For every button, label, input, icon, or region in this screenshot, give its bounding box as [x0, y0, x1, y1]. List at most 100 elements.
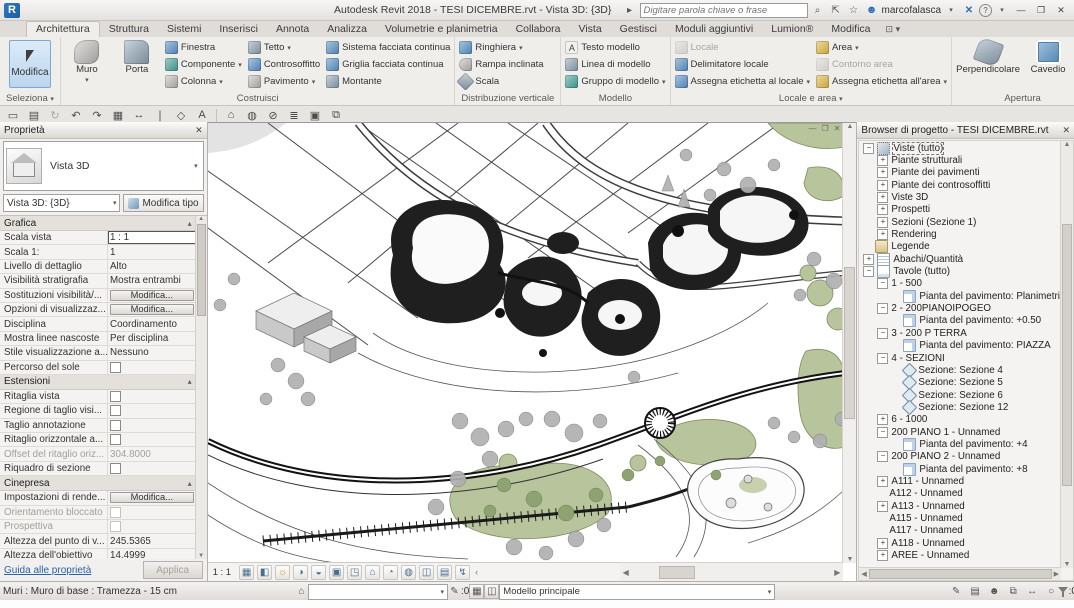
model-text-button[interactable]: ATesto modello	[565, 40, 665, 55]
window-button[interactable]: Finestra	[165, 40, 242, 55]
tree-expander-icon[interactable]: −	[877, 328, 888, 339]
dropdown-arrow-icon[interactable]: ▾	[219, 78, 223, 86]
scrollbar-thumb[interactable]	[844, 267, 855, 419]
tab-sistemi[interactable]: Sistemi	[158, 22, 210, 37]
checkbox[interactable]	[110, 507, 121, 518]
checkbox[interactable]	[110, 463, 121, 474]
scroll-up-icon[interactable]: ▲	[1064, 141, 1071, 148]
property-value[interactable]: 304.8000	[108, 447, 196, 460]
property-row[interactable]: Prospettiva	[0, 520, 196, 534]
property-value[interactable]: 14.4999	[108, 549, 196, 559]
dropdown-arrow-icon[interactable]: ▾	[768, 588, 772, 596]
sign-in-icon[interactable]: ⇱	[828, 3, 844, 17]
tab-lumion[interactable]: Lumion®	[762, 22, 822, 37]
tree-item[interactable]: + AREE - Unnamed	[859, 549, 1061, 561]
room-separator-button[interactable]: Delimitatore locale	[675, 57, 811, 72]
property-row[interactable]: Scala vista 1 : 1	[0, 231, 196, 245]
scroll-down-icon[interactable]: ▼	[198, 553, 204, 559]
tree-item-label[interactable]: Viste 3D	[891, 192, 928, 203]
tree-expander-icon[interactable]: +	[877, 501, 888, 512]
browser-horizontal-scrollbar[interactable]: ◀ ▶	[859, 567, 1061, 580]
property-row[interactable]: Riquadro di sezione	[0, 462, 196, 476]
property-value[interactable]	[108, 390, 196, 403]
ramp-button[interactable]: Rampa inclinata	[459, 57, 543, 72]
tree-expander-icon[interactable]: +	[877, 204, 888, 215]
tree-item[interactable]: Pianta del pavimento: PIAZZA	[859, 340, 1061, 352]
properties-section-header[interactable]: Estensioni ▴	[0, 375, 196, 390]
area-button[interactable]: Area▾	[816, 40, 947, 55]
properties-help-link[interactable]: Guida alle proprietà	[4, 565, 91, 576]
tree-expander-icon[interactable]: +	[877, 229, 888, 240]
property-value[interactable]	[108, 520, 196, 533]
shadows-icon[interactable]: ◑	[293, 565, 308, 580]
roof-button[interactable]: Tetto▾	[248, 40, 320, 55]
properties-section-header[interactable]: Grafica ▴	[0, 216, 196, 231]
type-selector-dropdown-icon[interactable]: ▾	[194, 162, 198, 170]
search-binoculars-icon[interactable]: ⌕	[810, 3, 826, 17]
tree-item-label[interactable]: Rendering	[891, 229, 936, 240]
tree-item[interactable]: Sezione: Sezione 5	[859, 377, 1061, 389]
tree-item[interactable]: Pianta del pavimento: Planimetria Cop	[859, 290, 1061, 302]
undo-icon[interactable]: ↶	[69, 108, 83, 122]
property-row[interactable]: Regione di taglio visi...	[0, 404, 196, 418]
property-value[interactable]: Modifica...	[108, 289, 196, 302]
property-row[interactable]: Ritaglio orizzontale a...	[0, 433, 196, 447]
modify-value-button[interactable]: Modifica...	[110, 304, 194, 315]
borrowers-icon[interactable]: ☻	[988, 585, 1001, 598]
tree-expander-icon[interactable]: +	[877, 180, 888, 191]
view-selector-dropdown-icon[interactable]: ▾	[113, 199, 117, 207]
print-icon[interactable]: ▦	[111, 108, 125, 122]
show-crop-region-icon[interactable]: ◳	[347, 565, 362, 580]
default-3d-view-icon[interactable]: ⌂	[224, 108, 238, 122]
properties-section-header[interactable]: Cinepresa ▴	[0, 476, 196, 491]
text-icon[interactable]: A	[195, 108, 209, 122]
worksets-dialog-icon[interactable]: ▦	[469, 584, 484, 599]
dropdown-arrow-icon[interactable]: ▾	[312, 78, 316, 86]
room-tag-button[interactable]: Assegna etichetta al locale▾	[675, 74, 811, 89]
render-icon[interactable]: ◒	[311, 565, 326, 580]
tree-item[interactable]: − Viste (tutto)	[859, 142, 1061, 154]
checkbox[interactable]	[110, 391, 121, 402]
tree-item-label[interactable]: Piante dei pavimenti	[891, 167, 979, 178]
tree-expander-icon[interactable]: +	[877, 550, 888, 561]
canvas-vertical-scrollbar[interactable]: ▲ ▼	[842, 123, 856, 563]
temporary-hide-isolate-icon[interactable]: ◔	[383, 565, 398, 580]
property-value[interactable]: Per disciplina	[108, 332, 196, 345]
redo-icon[interactable]: ↷	[90, 108, 104, 122]
property-row[interactable]: Taglio annotazione	[0, 419, 196, 433]
scroll-up-icon[interactable]: ▲	[846, 123, 853, 130]
dropdown-arrow-icon[interactable]: ▾	[287, 44, 291, 52]
view-close-icon[interactable]: ✕	[834, 124, 841, 133]
apply-button[interactable]: Applica	[143, 561, 203, 579]
property-row[interactable]: Percorso del sole	[0, 361, 196, 375]
property-row[interactable]: Altezza del punto di v... 245.5365	[0, 534, 196, 548]
editing-requests-icon[interactable]: ✎	[448, 585, 461, 598]
editing-requests-icon[interactable]: ✎	[950, 585, 963, 598]
scrollbar-thumb[interactable]	[869, 569, 1052, 579]
section-collapse-icon[interactable]: ▴	[188, 219, 192, 228]
dropdown-arrow-icon[interactable]: ▾	[855, 44, 859, 52]
scroll-up-icon[interactable]: ▲	[198, 216, 204, 222]
properties-close-icon[interactable]: ✕	[195, 125, 203, 136]
user-avatar-icon[interactable]: ☻	[864, 3, 880, 17]
scroll-left-icon[interactable]: ◀	[861, 570, 866, 578]
tree-item[interactable]: + Piante strutturali	[859, 154, 1061, 166]
tree-item-label[interactable]: Sezione: Sezione 6	[918, 390, 1002, 401]
mullion-button[interactable]: Montante	[326, 74, 450, 89]
floor-button[interactable]: Pavimento▾	[248, 74, 320, 89]
railing-button[interactable]: Ringhiera▾	[459, 40, 543, 55]
help-icon[interactable]: ?	[979, 4, 992, 17]
switch-windows-icon[interactable]: ⧉	[329, 108, 343, 122]
worksets-alert-icon[interactable]: ▤	[969, 585, 982, 598]
tree-expander-icon[interactable]: +	[877, 155, 888, 166]
tree-expander-icon[interactable]: −	[877, 353, 888, 364]
tab-analizza[interactable]: Analizza	[318, 22, 376, 37]
property-value[interactable]: 1	[108, 245, 196, 258]
tree-item[interactable]: + A111 - Unnamed	[859, 475, 1061, 487]
property-row[interactable]: Stile visualizzazione a... Nessuno	[0, 346, 196, 360]
property-row[interactable]: Ritaglia vista	[0, 390, 196, 404]
type-selector[interactable]: Vista 3D ▾	[3, 141, 204, 191]
tree-item[interactable]: − 3 - 200 P TERRA	[859, 327, 1061, 339]
tab-gestisci[interactable]: Gestisci	[611, 22, 666, 37]
tree-expander-icon[interactable]: +	[877, 217, 888, 228]
